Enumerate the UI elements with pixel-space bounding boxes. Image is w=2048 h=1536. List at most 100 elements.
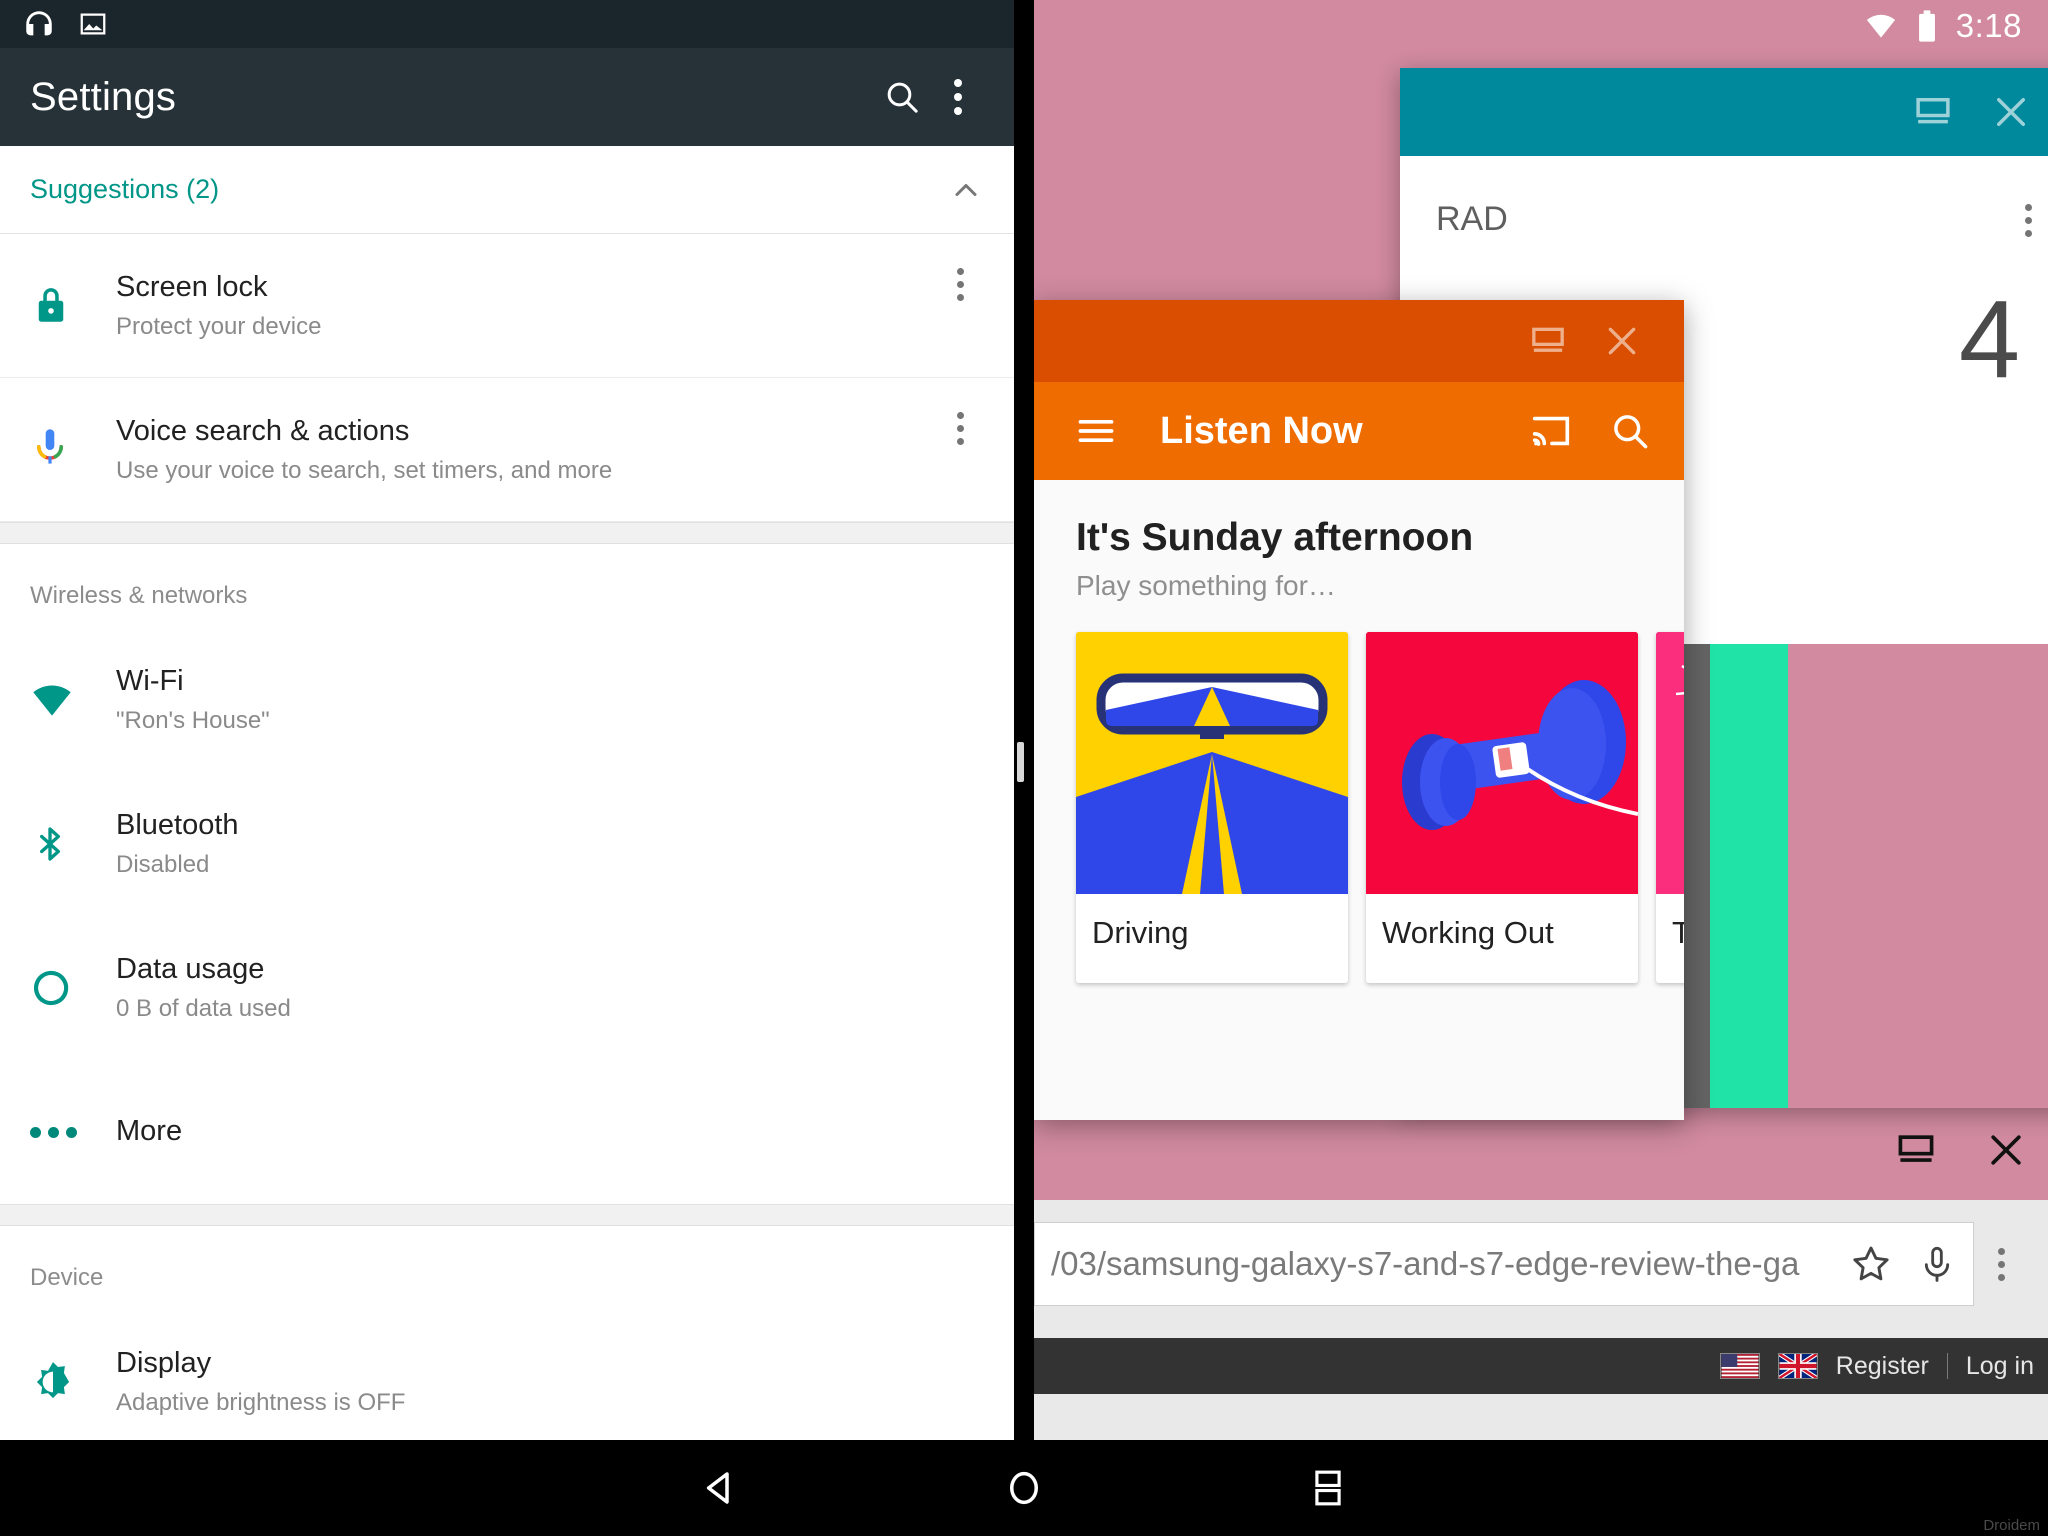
- bottom-window-controls: [1894, 1128, 2028, 1172]
- desktop-pane: 3:18 RAD 4 Listen Now It's Sunday aftern…: [1034, 0, 2048, 1440]
- row-body: Screen lock Protect your device: [116, 268, 936, 344]
- divider: [1946, 1353, 1948, 1379]
- music-card-label: Driving: [1092, 915, 1189, 950]
- flag-us-icon[interactable]: [1719, 1353, 1760, 1379]
- cast-icon[interactable]: [1528, 408, 1574, 454]
- home-circle-icon[interactable]: [964, 1440, 1084, 1536]
- star-icon[interactable]: [1849, 1242, 1893, 1286]
- search-input[interactable]: /03/samsung-galaxy-s7-and-s7-edge-review…: [1034, 1222, 1974, 1306]
- register-link[interactable]: Register: [1836, 1352, 1929, 1381]
- music-card-list: Driving Working Out T: [1076, 632, 1684, 983]
- login-link[interactable]: Log in: [1966, 1352, 2034, 1381]
- settings-app-pane: Settings Suggestions (2) Screen lock Pro…: [0, 0, 1014, 1440]
- search-icon[interactable]: [1608, 409, 1652, 453]
- row-title: Screen lock: [116, 270, 268, 303]
- suggestion-row-voice-search[interactable]: Voice search & actions Use your voice to…: [0, 378, 1014, 522]
- suggestions-label: Suggestions (2): [30, 174, 220, 204]
- lock-icon: [30, 285, 116, 327]
- suggestion-row-screen-lock[interactable]: Screen lock Protect your device: [0, 234, 1014, 378]
- search-icon[interactable]: [874, 69, 930, 125]
- headset-icon: [22, 7, 56, 41]
- overflow-dots: [954, 79, 962, 115]
- working-out-art: [1366, 632, 1638, 894]
- group-label-wireless: Wireless & networks: [30, 582, 248, 609]
- flag-uk-icon[interactable]: [1777, 1353, 1818, 1379]
- calculator-title-bar[interactable]: [1400, 68, 2048, 156]
- image-icon: [78, 9, 108, 39]
- hamburger-menu-icon[interactable]: [1074, 409, 1118, 453]
- window-restore-icon[interactable]: [1528, 321, 1568, 361]
- row-title: Voice search & actions: [116, 414, 410, 447]
- mic-icon[interactable]: [1917, 1242, 1957, 1286]
- settings-app-bar: Settings: [0, 48, 1014, 146]
- window-restore-icon[interactable]: [1894, 1128, 1938, 1172]
- wifi-icon: [30, 678, 116, 722]
- row-subtitle: "Ron's House": [116, 707, 270, 735]
- brightness-icon: [30, 1359, 116, 1405]
- page-title: Settings: [30, 74, 177, 119]
- row-title: Wi-Fi: [116, 665, 184, 698]
- music-card-label: Working Out: [1382, 915, 1554, 950]
- settings-row-wifi[interactable]: Wi-Fi "Ron's House": [0, 628, 1014, 772]
- music-card-driving[interactable]: Driving: [1076, 632, 1348, 983]
- chevron-up-icon[interactable]: [948, 172, 984, 208]
- play-music-window[interactable]: Listen Now It's Sunday afternoon Play so…: [1034, 300, 1684, 1120]
- music-title: Listen Now: [1160, 409, 1363, 452]
- settings-row-display[interactable]: Display Adaptive brightness is OFF: [0, 1310, 1014, 1440]
- watermark: Droidem: [1983, 1517, 2040, 1534]
- split-screen-icon[interactable]: [1268, 1440, 1388, 1536]
- close-icon[interactable]: [1984, 1128, 2028, 1172]
- more-vert-icon[interactable]: [1974, 1222, 2028, 1306]
- music-subheading: Play something for…: [1076, 570, 1336, 601]
- row-body: Wi-Fi "Ron's House": [116, 662, 984, 738]
- status-clock: 3:18: [1955, 7, 2022, 44]
- row-subtitle: Protect your device: [116, 312, 322, 340]
- omnibox-url-text[interactable]: /03/samsung-galaxy-s7-and-s7-edge-review…: [1051, 1245, 1825, 1283]
- settings-row-bluetooth[interactable]: Bluetooth Disabled: [0, 772, 1014, 916]
- desktop-status-bar: 3:18: [1034, 0, 2048, 52]
- browser-window: /03/samsung-galaxy-s7-and-s7-edge-review…: [1034, 1200, 2048, 1440]
- window-restore-icon[interactable]: [1912, 91, 1954, 133]
- music-app-bar: Listen Now: [1034, 382, 1684, 480]
- close-icon[interactable]: [1602, 321, 1642, 361]
- music-card-party[interactable]: To Bi: [1656, 632, 1684, 983]
- music-heading: It's Sunday afternoon: [1076, 516, 1474, 559]
- section-divider: [0, 522, 1014, 544]
- row-body: Data usage 0 B of data used: [116, 950, 984, 1026]
- row-subtitle: Adaptive brightness is OFF: [116, 1389, 406, 1417]
- more-dots: [30, 1126, 77, 1138]
- driving-art: [1076, 632, 1348, 894]
- row-title: Bluetooth: [116, 809, 239, 842]
- row-subtitle: Use your voice to search, set timers, an…: [116, 456, 613, 484]
- more-vert-icon[interactable]: [930, 69, 986, 125]
- more-vert-icon[interactable]: [936, 400, 984, 445]
- music-title-bar[interactable]: [1034, 300, 1684, 382]
- overflow-dots: [1997, 1247, 2005, 1281]
- suggestions-header[interactable]: Suggestions (2): [0, 146, 1014, 234]
- row-body: Voice search & actions Use your voice to…: [116, 412, 936, 488]
- split-screen-divider-grip[interactable]: [1017, 742, 1024, 782]
- row-body: More: [116, 1112, 984, 1151]
- party-art: [1656, 632, 1684, 894]
- battery-icon: [1916, 9, 1938, 43]
- calculator-mode-label[interactable]: RAD: [1436, 200, 1508, 239]
- row-title: Display: [116, 1347, 212, 1380]
- settings-status-bar: [0, 0, 1014, 48]
- music-card-working-out[interactable]: Working Out: [1366, 632, 1638, 983]
- more-vert-icon[interactable]: [936, 256, 984, 301]
- data-usage-icon: [30, 967, 116, 1009]
- close-icon[interactable]: [1990, 91, 2032, 133]
- split-screen-divider[interactable]: [1014, 0, 1034, 1440]
- row-subtitle: 0 B of data used: [116, 995, 291, 1023]
- row-title: More: [116, 1115, 183, 1148]
- mic-icon: [30, 426, 116, 474]
- more-vert-icon[interactable]: [2025, 204, 2032, 237]
- row-body: Bluetooth Disabled: [116, 806, 984, 882]
- calculator-accent-column[interactable]: [1710, 644, 1788, 1108]
- back-triangle-icon[interactable]: [660, 1440, 780, 1536]
- settings-row-more[interactable]: More: [0, 1060, 1014, 1204]
- settings-row-data-usage[interactable]: Data usage 0 B of data used: [0, 916, 1014, 1060]
- bluetooth-icon: [30, 822, 116, 866]
- music-content: It's Sunday afternoon Play something for…: [1034, 480, 1684, 1120]
- group-label-device: Device: [30, 1264, 104, 1291]
